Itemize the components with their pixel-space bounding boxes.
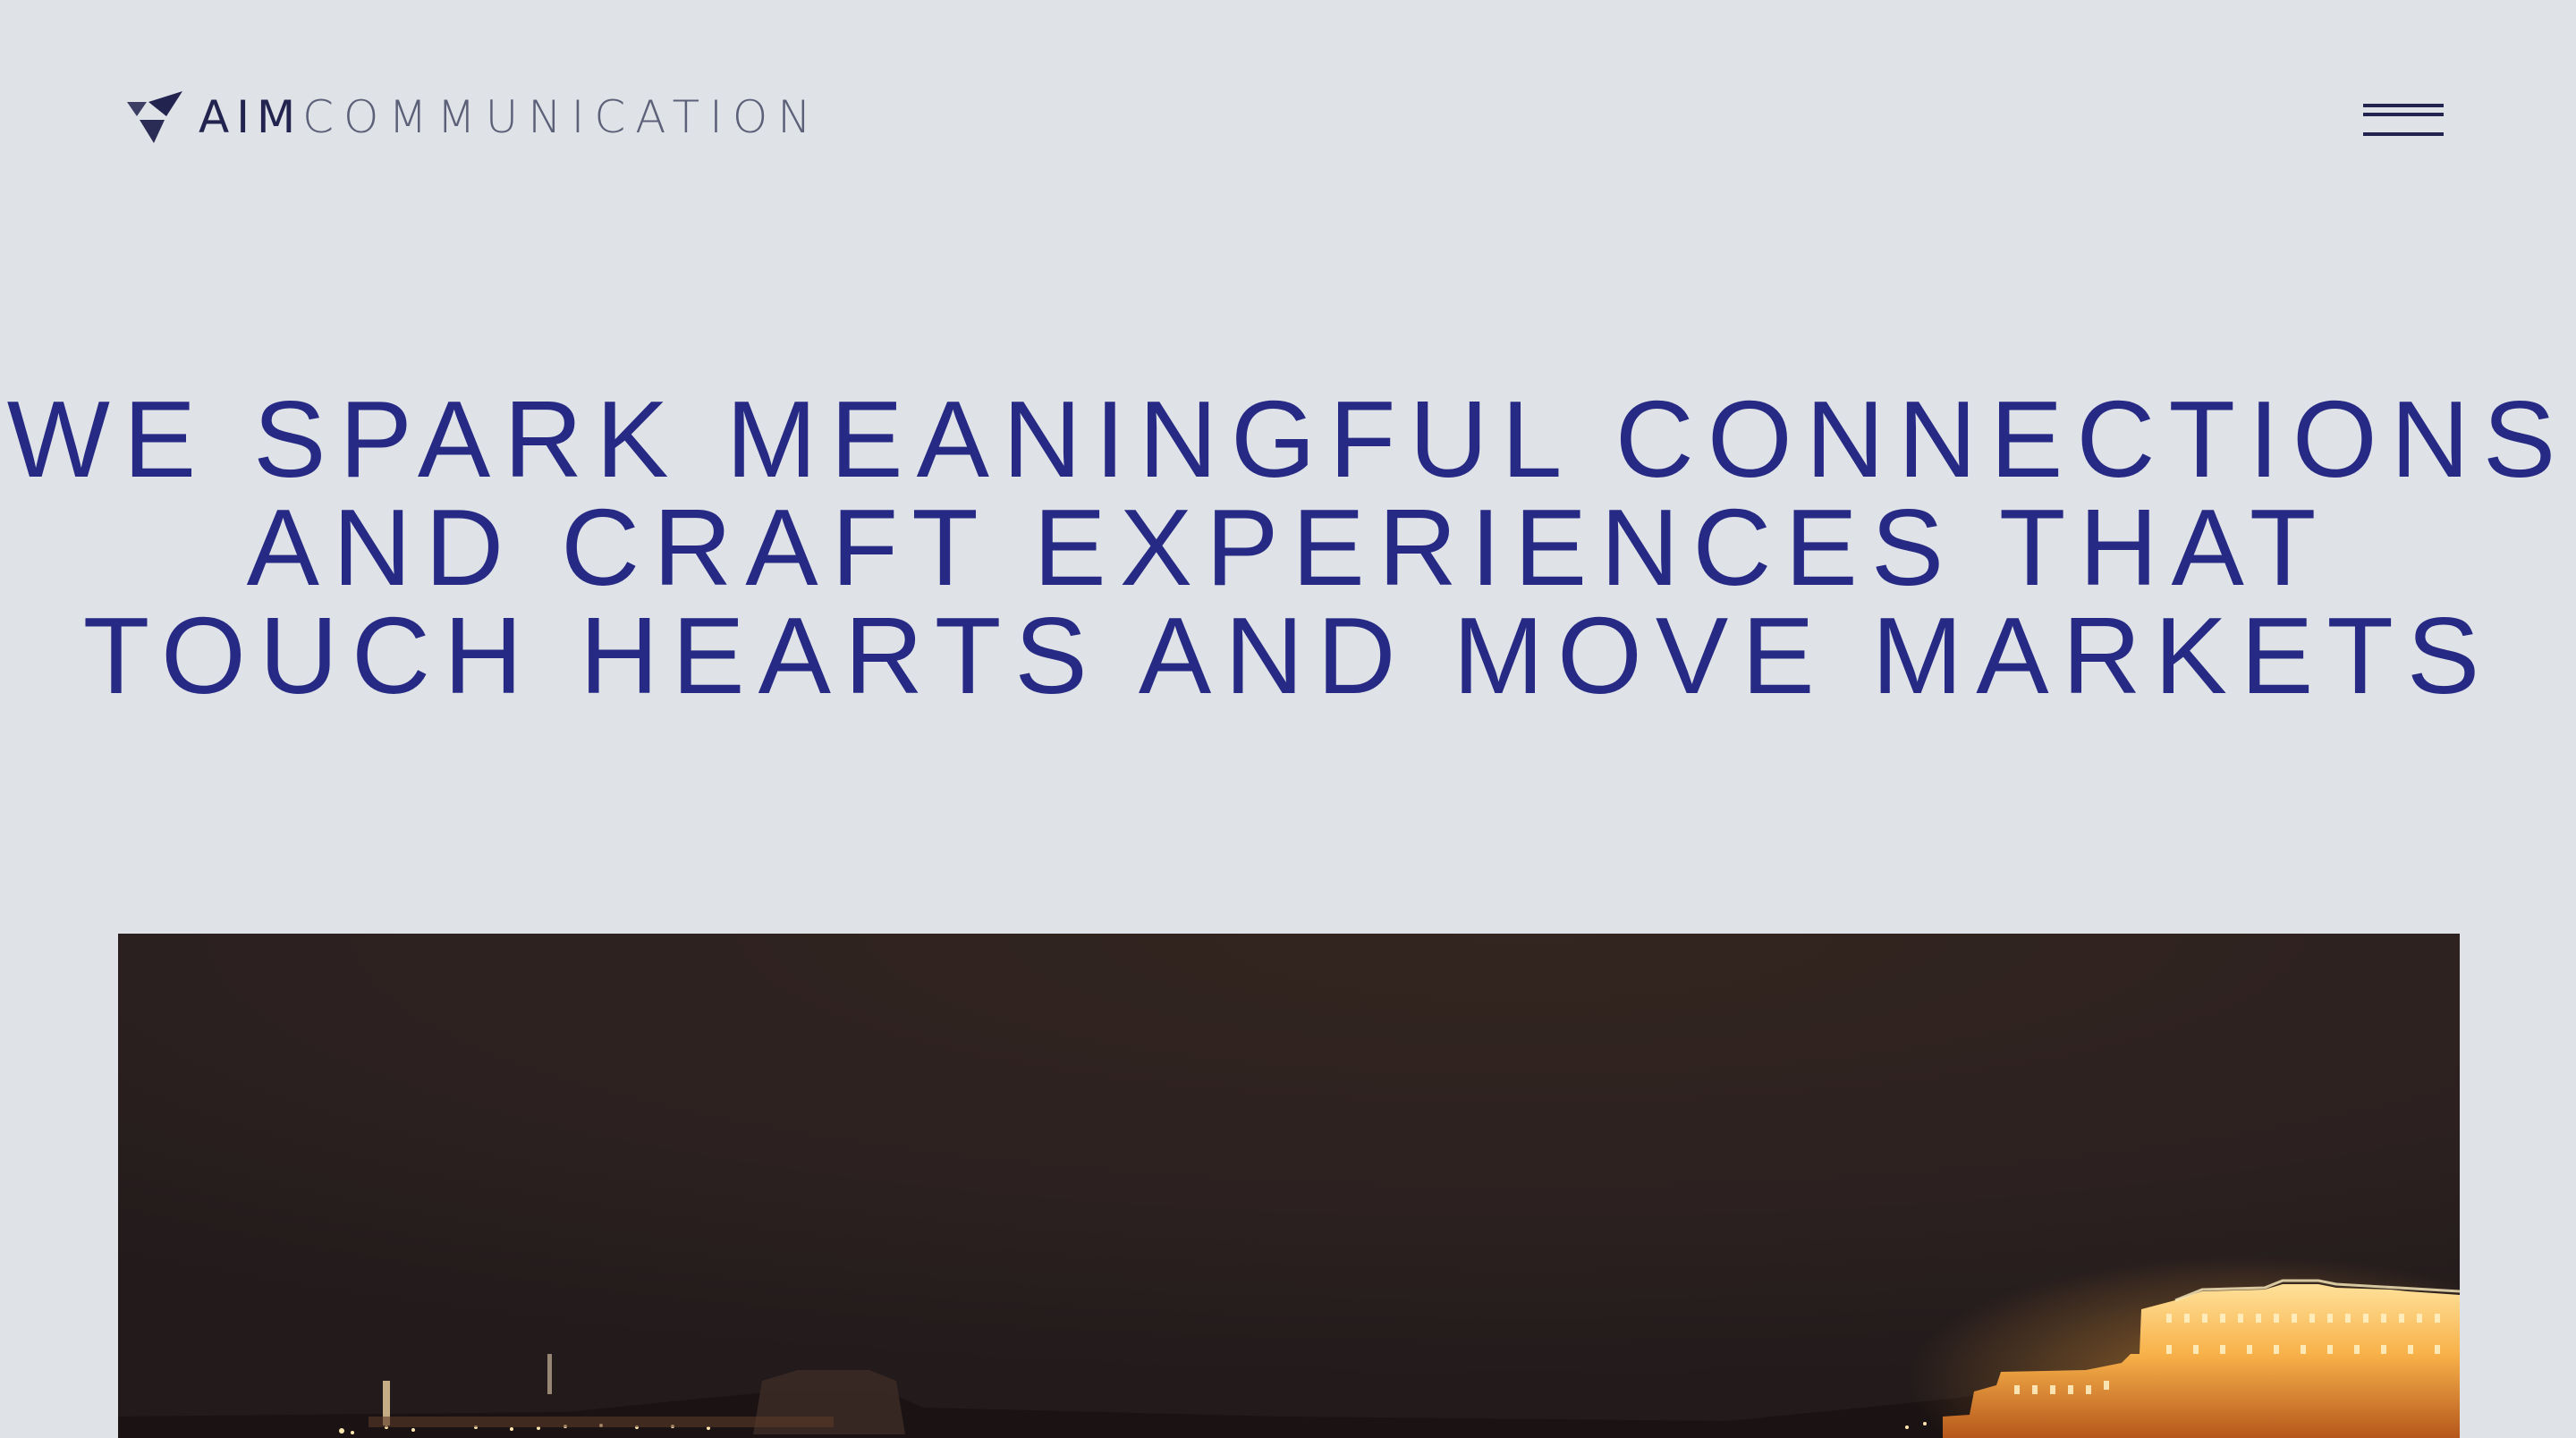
- brand-logo-link[interactable]: AIM COMMUNICATION: [127, 88, 821, 147]
- hero-video[interactable]: [118, 934, 2460, 1438]
- menu-bar: [2363, 113, 2444, 116]
- brand-name-secondary: COMMUNICATION: [302, 91, 821, 143]
- night-city-castle-image: [118, 934, 2460, 1438]
- hero-line-1: WE SPARK MEANINGFUL CONNECTIONS: [6, 378, 2570, 500]
- hero-line-2: AND CRAFT EXPERIENCES THAT: [246, 486, 2330, 608]
- aim-triangles-logo-icon: [127, 91, 182, 143]
- hero-line-3: TOUCH HEARTS AND MOVE MARKETS: [82, 595, 2494, 716]
- menu-bar: [2363, 132, 2444, 136]
- hero-headline: WE SPARK MEANINGFUL CONNECTIONS AND CRAF…: [0, 378, 2576, 716]
- hamburger-menu-button[interactable]: [2361, 98, 2447, 140]
- brand-name-primary: AIM: [199, 91, 303, 143]
- site-header: AIM COMMUNICATION: [0, 0, 2576, 233]
- menu-bar: [2363, 104, 2444, 107]
